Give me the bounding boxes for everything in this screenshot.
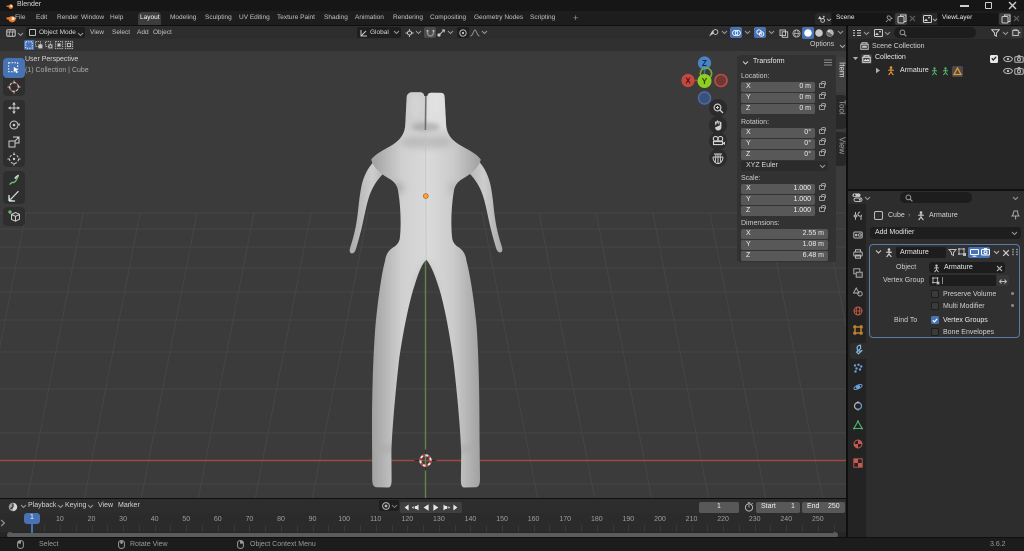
svg-text:Z: Z — [702, 59, 707, 68]
svg-text:Y: Y — [702, 76, 708, 86]
svg-text:X: X — [685, 76, 691, 85]
